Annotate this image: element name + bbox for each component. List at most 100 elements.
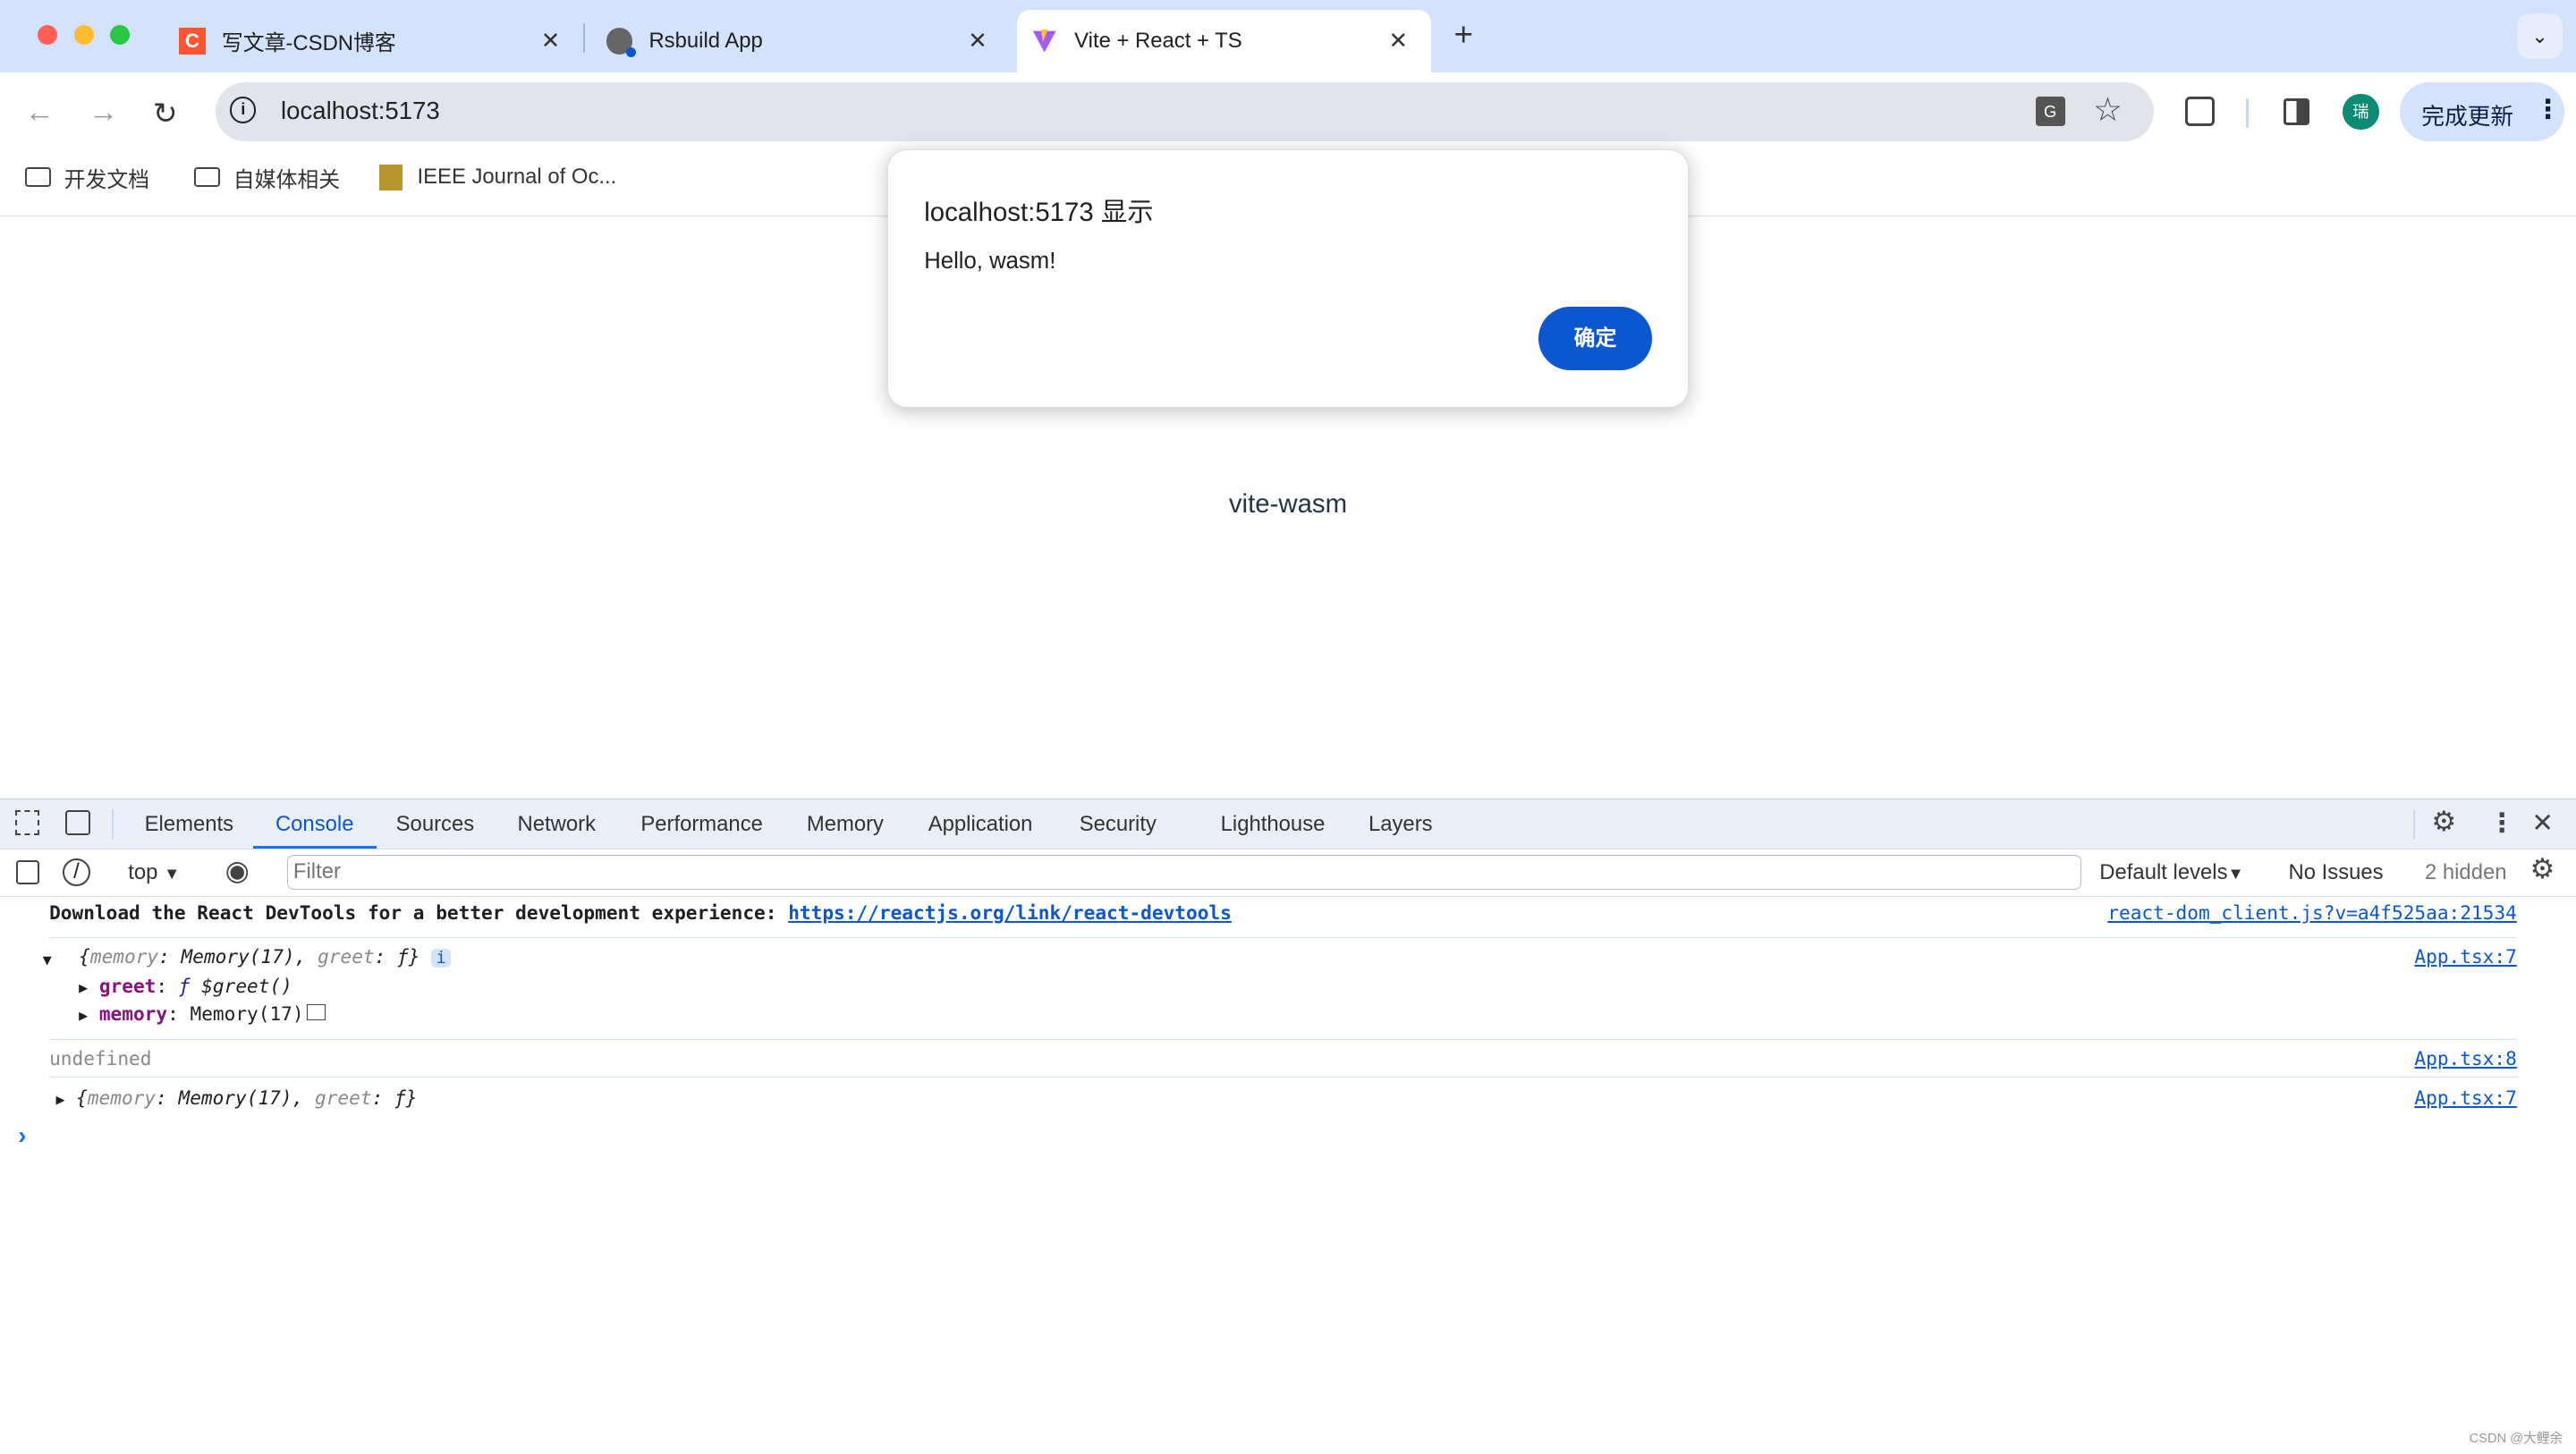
tab-application[interactable]: Application <box>928 799 1033 849</box>
bookmark-label: IEEE Journal of Oc... <box>417 165 617 190</box>
update-button[interactable]: 完成更新 ⋮ <box>2400 81 2565 141</box>
extensions-puzzle-icon[interactable] <box>2184 97 2215 127</box>
maximize-window-button[interactable] <box>110 24 131 45</box>
bookmark-label: 自媒体相关 <box>233 167 341 192</box>
source-link[interactable]: react-dom_client.js?v=a4f525aa:21534 <box>2107 901 2517 924</box>
watermark: CSDN @大鲤余 <box>2469 1432 2563 1447</box>
side-panel-icon[interactable] <box>2284 98 2310 125</box>
forward-arrow-icon[interactable]: → <box>89 96 118 130</box>
back-arrow-icon[interactable]: ← <box>25 96 55 130</box>
object-key: memory <box>89 945 159 968</box>
property-value: : Memory(17) <box>167 1002 304 1026</box>
source-link[interactable]: App.tsx:8 <box>2414 1047 2516 1069</box>
log-levels-dropdown[interactable]: Default levels▼ <box>2099 860 2243 885</box>
message-text: undefined <box>49 1046 152 1069</box>
tab-elements[interactable]: Elements <box>145 799 233 849</box>
memory-inspector-icon[interactable] <box>307 1003 326 1021</box>
browser-window: C 写文章-CSDN博客 ✕ Rsbuild App ✕ Vite + Reac… <box>0 0 2576 1454</box>
ok-button[interactable]: 确定 <box>1538 306 1652 371</box>
tab-security[interactable]: Security <box>1080 799 1157 849</box>
device-toolbar-icon[interactable] <box>65 810 90 836</box>
toolbar-divider <box>2245 98 2250 129</box>
close-tab-icon[interactable]: ✕ <box>541 28 561 55</box>
tab-csdn[interactable]: C 写文章-CSDN博客 ✕ <box>165 10 583 72</box>
console-message: ▶ {memory: Memory(17), greet: ƒ} App.tsx… <box>55 1086 2517 1110</box>
tab-title: Rsbuild App <box>648 28 763 53</box>
devtools-panel: Elements Console Sources Network Perform… <box>0 798 2576 1454</box>
tab-lighthouse[interactable]: Lighthouse <box>1221 799 1326 849</box>
console-message: ▼ {memory: Memory(17), greet: ƒ} i ▶ gre… <box>43 941 2517 1040</box>
dropdown-arrow-icon: ▼ <box>2227 863 2244 883</box>
tab-performance[interactable]: Performance <box>640 799 763 849</box>
devtools-link[interactable]: https://reactjs.org/link/react-devtools <box>788 901 1232 924</box>
settings-gear-icon[interactable]: ⚙ <box>2431 806 2456 838</box>
bookmark-item[interactable]: IEEE Journal of Oc... <box>379 157 616 197</box>
tab-memory[interactable]: Memory <box>807 799 884 849</box>
divider <box>111 808 114 839</box>
console-message: Download the React DevTools for a better… <box>49 901 2517 938</box>
tab-console[interactable]: Console <box>252 799 377 849</box>
bookmark-folder[interactable]: 自媒体相关 <box>193 157 341 197</box>
info-badge-icon[interactable]: i <box>431 949 452 968</box>
property-key: memory <box>98 1002 168 1026</box>
tab-layers[interactable]: Layers <box>1368 799 1433 849</box>
tab-search-chevron-icon[interactable]: ⌄ <box>2516 13 2563 60</box>
bookmark-folder[interactable]: 开发文档 <box>24 157 150 197</box>
close-window-button[interactable] <box>38 24 58 45</box>
property-value: $greet() <box>190 975 292 998</box>
object-key: greet <box>318 945 375 968</box>
object-value: : Memory(17), <box>158 945 318 968</box>
issues-button[interactable]: No Issues <box>2289 860 2384 885</box>
clear-console-icon[interactable]: / <box>62 858 90 886</box>
more-options-icon[interactable]: ⋮ <box>2489 807 2515 839</box>
object-value: : ƒ} <box>371 1086 418 1110</box>
csdn-icon: C <box>179 28 206 55</box>
source-link[interactable]: App.tsx:7 <box>2414 1086 2516 1109</box>
sidebar-toggle-icon[interactable] <box>16 859 40 885</box>
console-prompt[interactable]: › <box>18 1121 26 1150</box>
expand-triangle-icon[interactable]: ▶ <box>79 1007 88 1024</box>
close-devtools-icon[interactable]: ✕ <box>2531 807 2554 839</box>
inspect-element-icon[interactable] <box>14 810 40 836</box>
levels-label: Default levels <box>2099 859 2228 884</box>
property-key: greet <box>98 975 157 998</box>
console-settings-icon[interactable]: ⚙ <box>2530 853 2555 885</box>
address-bar[interactable]: i localhost:5173 G ☆ <box>215 81 2154 141</box>
bookmark-label: 开发文档 <box>64 167 150 192</box>
console-toolbar: / top ▼ ◉ Default levels▼ No Issues 2 hi… <box>0 850 2576 897</box>
source-link[interactable]: App.tsx:7 <box>2414 945 2516 968</box>
console-message: undefined App.tsx:8 <box>49 1042 2517 1078</box>
devtools-tabs: Elements Console Sources Network Perform… <box>0 799 2576 850</box>
divider <box>2413 808 2415 839</box>
tab-vite[interactable]: Vite + React + TS ✕ <box>1016 10 1431 72</box>
object-key: greet <box>315 1086 372 1110</box>
new-tab-button[interactable]: + <box>1453 16 1472 54</box>
url-text[interactable]: localhost:5173 <box>281 97 440 125</box>
object-value: : ƒ} <box>374 945 420 968</box>
folder-icon <box>193 167 221 188</box>
collapse-triangle-icon[interactable]: ▼ <box>43 951 52 968</box>
dialog-message: Hello, wasm! <box>924 249 1056 275</box>
profile-avatar[interactable]: 瑞 <box>2343 93 2379 131</box>
minimize-window-button[interactable] <box>73 24 94 45</box>
site-info-icon[interactable]: i <box>230 97 257 123</box>
context-selector[interactable]: top ▼ <box>128 860 180 885</box>
bookmark-star-icon[interactable]: ☆ <box>2093 90 2123 129</box>
tab-title: 写文章-CSDN博客 <box>221 31 396 56</box>
expand-triangle-icon[interactable]: ▶ <box>79 979 88 996</box>
close-tab-icon[interactable]: ✕ <box>968 28 987 55</box>
reload-icon[interactable]: ↻ <box>153 96 178 131</box>
vite-icon <box>1031 28 1057 54</box>
tab-divider <box>583 22 585 53</box>
tab-rsbuild[interactable]: Rsbuild App ✕ <box>591 10 1010 72</box>
live-expression-eye-icon[interactable]: ◉ <box>225 855 250 887</box>
expand-triangle-icon[interactable]: ▶ <box>55 1091 64 1108</box>
tab-sources[interactable]: Sources <box>396 799 475 849</box>
translate-icon[interactable]: G <box>2035 97 2065 127</box>
filter-input[interactable] <box>287 855 2082 890</box>
tab-network[interactable]: Network <box>518 799 597 849</box>
close-tab-icon[interactable]: ✕ <box>1389 28 1409 55</box>
hidden-count: 2 hidden <box>2424 859 2507 884</box>
folder-icon <box>24 167 51 188</box>
more-menu-icon[interactable]: ⋮ <box>2535 94 2561 125</box>
